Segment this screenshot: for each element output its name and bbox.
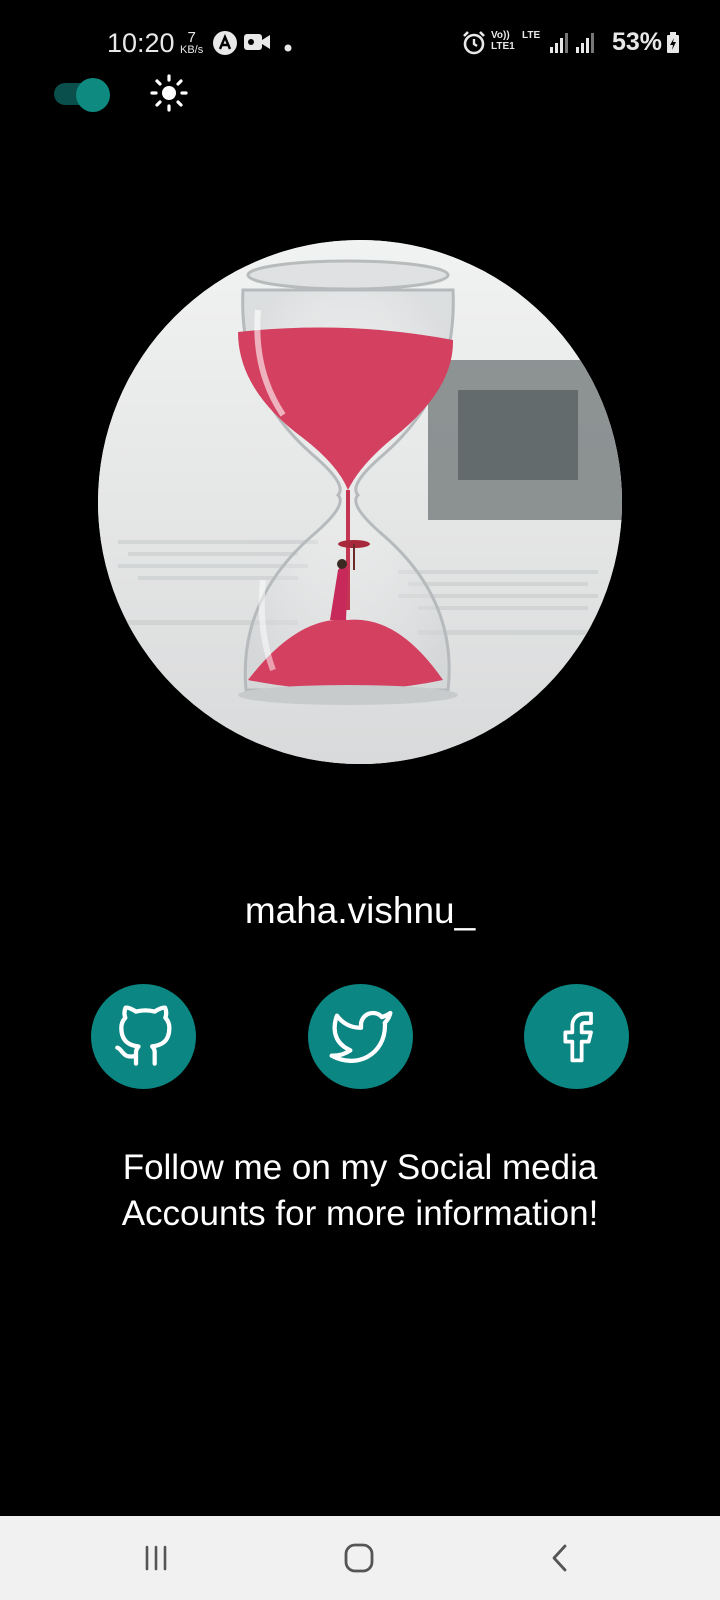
signal-icon <box>574 32 596 59</box>
battery-charging-icon <box>666 32 680 59</box>
signal-icon <box>548 32 570 59</box>
facebook-button[interactable] <box>524 984 629 1089</box>
video-icon <box>243 30 271 59</box>
back-icon[interactable] <box>530 1536 590 1580</box>
profile-image <box>98 240 622 764</box>
network-speed-unit: KB/s <box>180 44 204 56</box>
volte-icon: Vo)) LTE1 <box>491 30 515 52</box>
username: maha.vishnu_ <box>244 890 476 931</box>
sun-icon[interactable] <box>150 74 188 112</box>
follow-message: Follow me on my Social media Accounts fo… <box>121 1148 599 1233</box>
github-button[interactable] <box>91 984 196 1089</box>
github-icon <box>114 1004 171 1066</box>
status-time: 10:20 <box>107 28 175 58</box>
navigation-bar <box>0 1516 720 1600</box>
alarm-icon <box>461 30 487 61</box>
recent-apps-icon[interactable] <box>126 1536 186 1580</box>
dot-icon <box>284 39 292 57</box>
home-icon[interactable] <box>329 1536 389 1580</box>
network-speed-value: 7 <box>187 29 196 46</box>
twitter-button[interactable] <box>308 984 413 1089</box>
toggle-knob <box>76 78 110 112</box>
facebook-icon <box>562 1011 593 1062</box>
status-bar: 10:20 7 KB/s Vo)) LTE1 LTE 53% <box>0 0 720 88</box>
twitter-icon <box>329 1010 392 1063</box>
battery-percentage: 53% <box>612 28 663 56</box>
hourglass-photo <box>98 240 622 764</box>
a-icon <box>212 30 238 61</box>
network-speed: 7 KB/s <box>180 30 203 56</box>
lte-icon: LTE <box>522 30 541 41</box>
theme-toggle[interactable] <box>54 78 112 112</box>
